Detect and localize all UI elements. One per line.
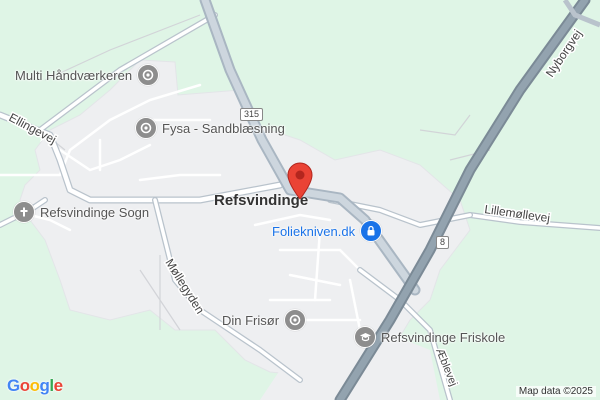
route-shield-8: 8 bbox=[436, 236, 450, 249]
poi-label: Multi Håndværkeren bbox=[15, 67, 133, 83]
poi-label: Refsvindinge Friskole bbox=[381, 329, 506, 345]
poi-label: Refsvindinge Sogn bbox=[40, 204, 150, 220]
map-pin-icon bbox=[135, 117, 157, 139]
poi-label: Fysa - Sandblæsning bbox=[162, 120, 285, 136]
poi-foliekniven[interactable]: Foliekniven.dk bbox=[272, 220, 383, 242]
poi-refsvindinge-sogn[interactable]: Refsvindinge Sogn bbox=[13, 201, 149, 223]
google-logo: Google bbox=[7, 376, 63, 395]
church-cross-icon bbox=[13, 201, 35, 223]
poi-label: Foliekniven.dk bbox=[272, 223, 356, 239]
poi-refsvindinge-friskole[interactable]: Refsvindinge Friskole bbox=[354, 326, 505, 348]
shopping-bag-icon bbox=[360, 220, 383, 242]
map-attribution[interactable]: Map data ©2025 bbox=[515, 386, 596, 397]
poi-fysa[interactable]: Fysa - Sandblæsning bbox=[135, 117, 285, 139]
poi-label: Din Frisør bbox=[222, 312, 280, 328]
poi-din-frisor[interactable]: Din Frisør bbox=[222, 309, 307, 331]
school-cap-icon bbox=[354, 326, 376, 348]
poi-multi-handvaerkeren[interactable]: Multi Håndværkeren bbox=[15, 64, 160, 86]
map-pin-icon bbox=[137, 64, 160, 86]
red-map-marker-icon[interactable] bbox=[286, 162, 314, 200]
map-pin-icon bbox=[284, 309, 307, 331]
